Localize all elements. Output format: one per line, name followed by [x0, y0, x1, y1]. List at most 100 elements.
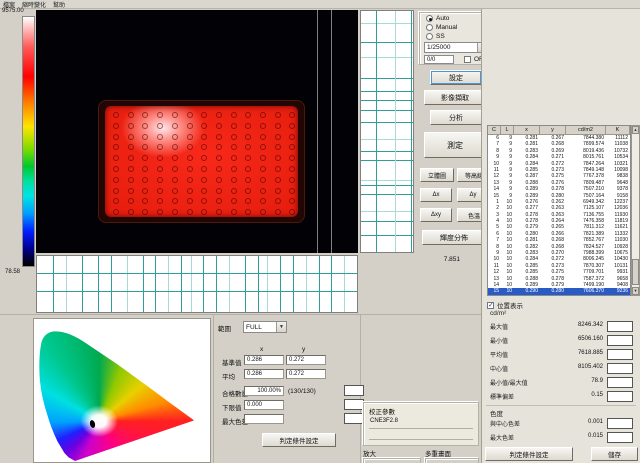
scroll-down-icon[interactable]: ▼: [632, 287, 639, 295]
settings-button[interactable]: 設定: [430, 70, 482, 85]
col-header-l: L: [501, 126, 514, 135]
measurement-point: [128, 177, 134, 183]
judge-indicator: [607, 377, 633, 388]
radio-auto[interactable]: Auto: [426, 15, 449, 22]
reference-x-field[interactable]: 0.286: [244, 355, 284, 365]
measurement-image[interactable]: [36, 10, 358, 253]
radio-ss[interactable]: SS: [426, 33, 445, 40]
table-cell: 10: [501, 288, 514, 294]
pass-count-detail: (130/130): [288, 388, 316, 395]
judge-indicator: [607, 432, 633, 443]
cursor-line-vertical-1[interactable]: [317, 10, 318, 253]
cursor-line-vertical-2[interactable]: [331, 10, 332, 253]
position-display-label: 位置表示: [497, 300, 523, 310]
profile-gridline: [361, 91, 413, 92]
measurement-point: [128, 144, 134, 150]
luminance-dist-button[interactable]: 輝度分佈: [422, 230, 486, 245]
measurement-point: [113, 123, 119, 129]
divider: [369, 428, 473, 429]
measurement-point: [157, 209, 163, 215]
measurement-point: [275, 155, 281, 161]
table-cell: 0.290: [514, 288, 540, 294]
measurement-point: [172, 198, 178, 204]
measurement-point: [157, 155, 163, 161]
radio-ss-circle[interactable]: [426, 33, 433, 40]
shutter-value: 1/25000: [427, 44, 451, 51]
measurement-point: [157, 198, 163, 204]
profile-gridline: [361, 160, 413, 161]
lower-limit-field[interactable]: 0.000: [244, 400, 284, 410]
measurement-point: [231, 123, 237, 129]
stat-value: 78.9: [591, 378, 603, 384]
measurement-point: [128, 209, 134, 215]
measurement-point: [216, 188, 222, 194]
shutter-select[interactable]: 1/25000 ▼: [424, 42, 488, 53]
measurement-point: [172, 177, 178, 183]
reference-y-field[interactable]: 0.272: [286, 355, 326, 365]
delta-x-button[interactable]: Δx: [420, 188, 452, 202]
stat-label: 最小值/最大值: [490, 378, 528, 387]
measurement-point: [231, 209, 237, 215]
capture-button[interactable]: 影像擷取: [424, 90, 486, 105]
measurement-point: [216, 198, 222, 204]
measurement-point: [216, 166, 222, 172]
measurement-point: [245, 198, 251, 204]
chevron-down-icon[interactable]: ▼: [276, 322, 286, 332]
measurement-point: [187, 209, 193, 215]
measurement-point: [128, 112, 134, 118]
judge-indicator: [344, 399, 364, 410]
judge-settings-button-2[interactable]: 判定條件設定: [262, 433, 336, 447]
radio-ss-label: SS: [436, 33, 445, 40]
table-row[interactable]: 15100.2900.2807606.3709236: [488, 288, 630, 294]
profile-gridline: [361, 78, 413, 79]
zoom-section-label: 放大: [363, 448, 376, 458]
measurement-point: [260, 155, 266, 161]
measurement-point: [245, 209, 251, 215]
delta-xy-button[interactable]: Δxy: [420, 208, 452, 222]
measurement-point: [216, 155, 222, 161]
measurement-point: [128, 134, 134, 140]
scrollbar-thumb[interactable]: [632, 259, 639, 285]
stat-row-center-diff: 與中心色差 0.001: [490, 419, 635, 430]
radio-manual-circle[interactable]: [426, 24, 433, 31]
save-button[interactable]: 儲存: [591, 447, 638, 461]
profile-gridline: [361, 122, 413, 123]
counter-field[interactable]: 0/0: [424, 55, 454, 64]
measurement-point: [142, 134, 148, 140]
measurement-point: [216, 134, 222, 140]
measurement-point: [187, 123, 193, 129]
judge-settings-button[interactable]: 判定條件設定: [485, 447, 573, 461]
measurement-point: [113, 198, 119, 204]
position-display-checkbox[interactable]: ✓: [487, 302, 494, 309]
measurement-point: [245, 123, 251, 129]
measurement-point: [142, 155, 148, 161]
measurement-point: [245, 144, 251, 150]
table-scrollbar[interactable]: ▲ ▼: [631, 125, 640, 296]
measurement-point: [231, 134, 237, 140]
measurement-point: [157, 123, 163, 129]
position-display-row[interactable]: ✓ 位置表示: [487, 300, 523, 310]
measurement-point: [201, 144, 207, 150]
profile-gridline: [245, 256, 246, 312]
measurement-point: [172, 144, 178, 150]
measure-button[interactable]: 測定: [424, 132, 486, 158]
stat-value: 7618.885: [578, 350, 603, 356]
max-colordiff-field[interactable]: [244, 414, 284, 424]
plot3d-button[interactable]: 立體圖: [420, 168, 454, 182]
range-select[interactable]: FULL ▼: [243, 321, 287, 333]
profile-gridline: [203, 256, 204, 312]
radio-manual[interactable]: Manual: [426, 24, 457, 31]
measurement-point: [128, 123, 134, 129]
profile-gridline: [361, 211, 413, 212]
or-checkbox[interactable]: [464, 56, 471, 63]
analyze-button[interactable]: 分析: [430, 110, 482, 125]
menu-item-help[interactable]: 幫助: [53, 0, 65, 9]
measurement-point: [172, 209, 178, 215]
radio-auto-circle[interactable]: [426, 15, 433, 22]
measurement-point: [201, 112, 207, 118]
measurement-point: [216, 112, 222, 118]
scroll-up-icon[interactable]: ▲: [632, 126, 639, 134]
measurement-point: [157, 134, 163, 140]
profile-gridline: [361, 139, 413, 140]
measurement-point: [187, 177, 193, 183]
